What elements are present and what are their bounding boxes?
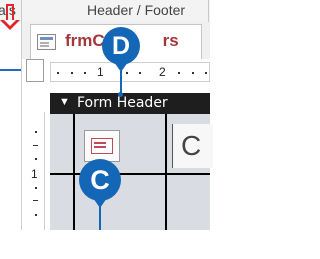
ruler-number: 1 xyxy=(97,65,104,79)
form-logo-icon xyxy=(91,138,113,154)
form-selector-box[interactable] xyxy=(26,59,44,82)
form-header-label: Form Header xyxy=(77,95,168,111)
form-logo-icon-lines xyxy=(94,142,106,144)
form-header-section-bar[interactable]: ▼ Form Header xyxy=(50,93,210,114)
navigation-pane-edge[interactable] xyxy=(0,22,22,230)
down-arrow-icon: ▼ xyxy=(59,96,70,108)
ruler-tick xyxy=(192,72,194,74)
grid-line xyxy=(73,114,75,230)
ruler-tick xyxy=(84,72,86,74)
access-form-design-view: als Header / Footer frmC rs 1 2 1 ▼ Form … xyxy=(0,0,294,259)
ruler-tick xyxy=(178,72,180,74)
callout-dot xyxy=(118,92,123,97)
horizontal-ruler[interactable]: 1 2 xyxy=(50,62,210,82)
ruler-number: 1 xyxy=(31,167,38,181)
ruler-tick xyxy=(35,158,37,160)
ruler-tick xyxy=(57,72,59,74)
blue-pointer-line xyxy=(0,69,21,71)
ribbon-group-title: Header / Footer xyxy=(87,2,186,18)
ruler-tick xyxy=(205,72,207,74)
ruler-tick xyxy=(139,72,141,74)
grid-line xyxy=(165,114,167,230)
ribbon-strip: als Header / Footer xyxy=(0,0,210,23)
ruler-tick xyxy=(33,145,38,146)
form-title-control[interactable]: C xyxy=(172,124,213,168)
ruler-tick xyxy=(126,72,128,74)
form-tab-icon xyxy=(37,34,56,50)
vertical-ruler[interactable]: 1 xyxy=(26,112,45,230)
ruler-tick xyxy=(33,200,38,201)
ribbon-separator xyxy=(21,0,22,22)
form-title-text: C xyxy=(181,130,202,161)
ruler-tick xyxy=(35,187,37,189)
ribbon-separator xyxy=(208,0,209,22)
callout-circle: D xyxy=(102,27,140,65)
callout-pointer xyxy=(99,206,101,230)
ruler-tick xyxy=(71,72,73,74)
callout-circle: C xyxy=(79,159,121,201)
form-logo-control[interactable] xyxy=(84,130,120,162)
ruler-tick xyxy=(35,214,37,216)
arrow-head-inner xyxy=(4,20,16,26)
ruler-tick xyxy=(35,131,37,133)
ruler-number: 2 xyxy=(159,65,166,79)
